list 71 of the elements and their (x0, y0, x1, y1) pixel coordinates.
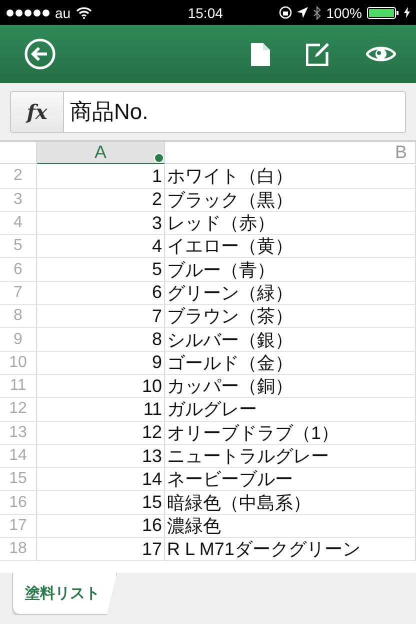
table-cell: イエロー（黄） (165, 235, 416, 258)
table-cell: ガルグレー (165, 398, 416, 422)
location-icon (297, 7, 308, 18)
row-number: 11 (0, 374, 37, 398)
row-number: 18 (0, 538, 37, 562)
row-number: 12 (0, 398, 37, 422)
row-number: 8 (0, 305, 37, 328)
table-cell: レッド（赤） (165, 212, 416, 236)
table-cell: カッパー（銅） (165, 374, 416, 398)
table-cell: 6 (37, 282, 165, 306)
sheet-tab[interactable]: 塗料リスト (12, 573, 117, 615)
table-cell: ホワイト（白） (165, 165, 416, 189)
battery-icon (367, 6, 399, 18)
column-header[interactable]: A (37, 142, 165, 164)
row-number: 16 (0, 491, 37, 515)
column-header[interactable]: B (165, 142, 416, 164)
row-number: 10 (0, 352, 37, 375)
table-cell: 3 (37, 212, 165, 236)
table-cell: R L M71ダークグリーン (165, 538, 416, 562)
table-cell: 9 (37, 352, 165, 375)
row-number: 17 (0, 514, 37, 538)
edit-button[interactable] (306, 42, 330, 66)
table-cell: ゴールド（金） (165, 352, 416, 375)
row-number: 3 (0, 188, 37, 212)
row-number: 4 (0, 212, 37, 236)
preview-button[interactable] (366, 44, 396, 64)
clock-time: 15:04 (188, 4, 223, 20)
table-cell: 12 (37, 422, 165, 445)
table-cell: 1 (37, 165, 165, 189)
table-cell: 15 (37, 491, 165, 515)
carrier-name: au (55, 4, 71, 20)
table-cell: ブルー（青） (165, 258, 416, 282)
table-cell: 11 (37, 398, 165, 422)
selection-handle[interactable] (154, 153, 164, 163)
table-cell: 5 (37, 258, 165, 282)
table-cell: 10 (37, 374, 165, 398)
table-cell: 暗緑色（中島系） (165, 491, 416, 515)
table-cell: 13 (37, 444, 165, 468)
battery-percent: 100% (326, 4, 362, 20)
row-number: 5 (0, 235, 37, 258)
table-cell: グリーン（緑） (165, 282, 416, 306)
table-cell: 7 (37, 305, 165, 328)
table-cell: ネービーブルー (165, 468, 416, 492)
row-number: 9 (0, 328, 37, 352)
row-number: 15 (0, 468, 37, 492)
table-cell: ブラウン（茶） (165, 305, 416, 328)
table-cell: ニュートラルグレー (165, 444, 416, 468)
table-cell: シルバー（銀） (165, 328, 416, 352)
function-button[interactable]: fx (10, 90, 64, 132)
table-cell: 8 (37, 328, 165, 352)
row-number: 2 (0, 165, 37, 189)
table-cell: 2 (37, 188, 165, 212)
table-cell: 濃緑色 (165, 514, 416, 538)
document-button[interactable] (251, 42, 270, 66)
signal-icon (6, 8, 50, 16)
row-number: 14 (0, 444, 37, 468)
table-cell: オリーブドラブ（1） (165, 422, 416, 445)
back-button[interactable] (24, 38, 56, 70)
row-number: 13 (0, 422, 37, 445)
table-cell: 4 (37, 235, 165, 258)
row-number: 6 (0, 258, 37, 282)
bluetooth-icon (313, 6, 322, 20)
row-number: 7 (0, 282, 37, 306)
table-cell: ブラック（黒） (165, 188, 416, 212)
formula-input[interactable]: 商品No. (64, 90, 406, 132)
wifi-icon (76, 6, 92, 18)
table-cell: 16 (37, 514, 165, 538)
rotation-lock-icon (279, 6, 292, 19)
charging-icon (404, 7, 410, 18)
table-cell: 17 (37, 538, 165, 562)
table-cell: 14 (37, 468, 165, 492)
